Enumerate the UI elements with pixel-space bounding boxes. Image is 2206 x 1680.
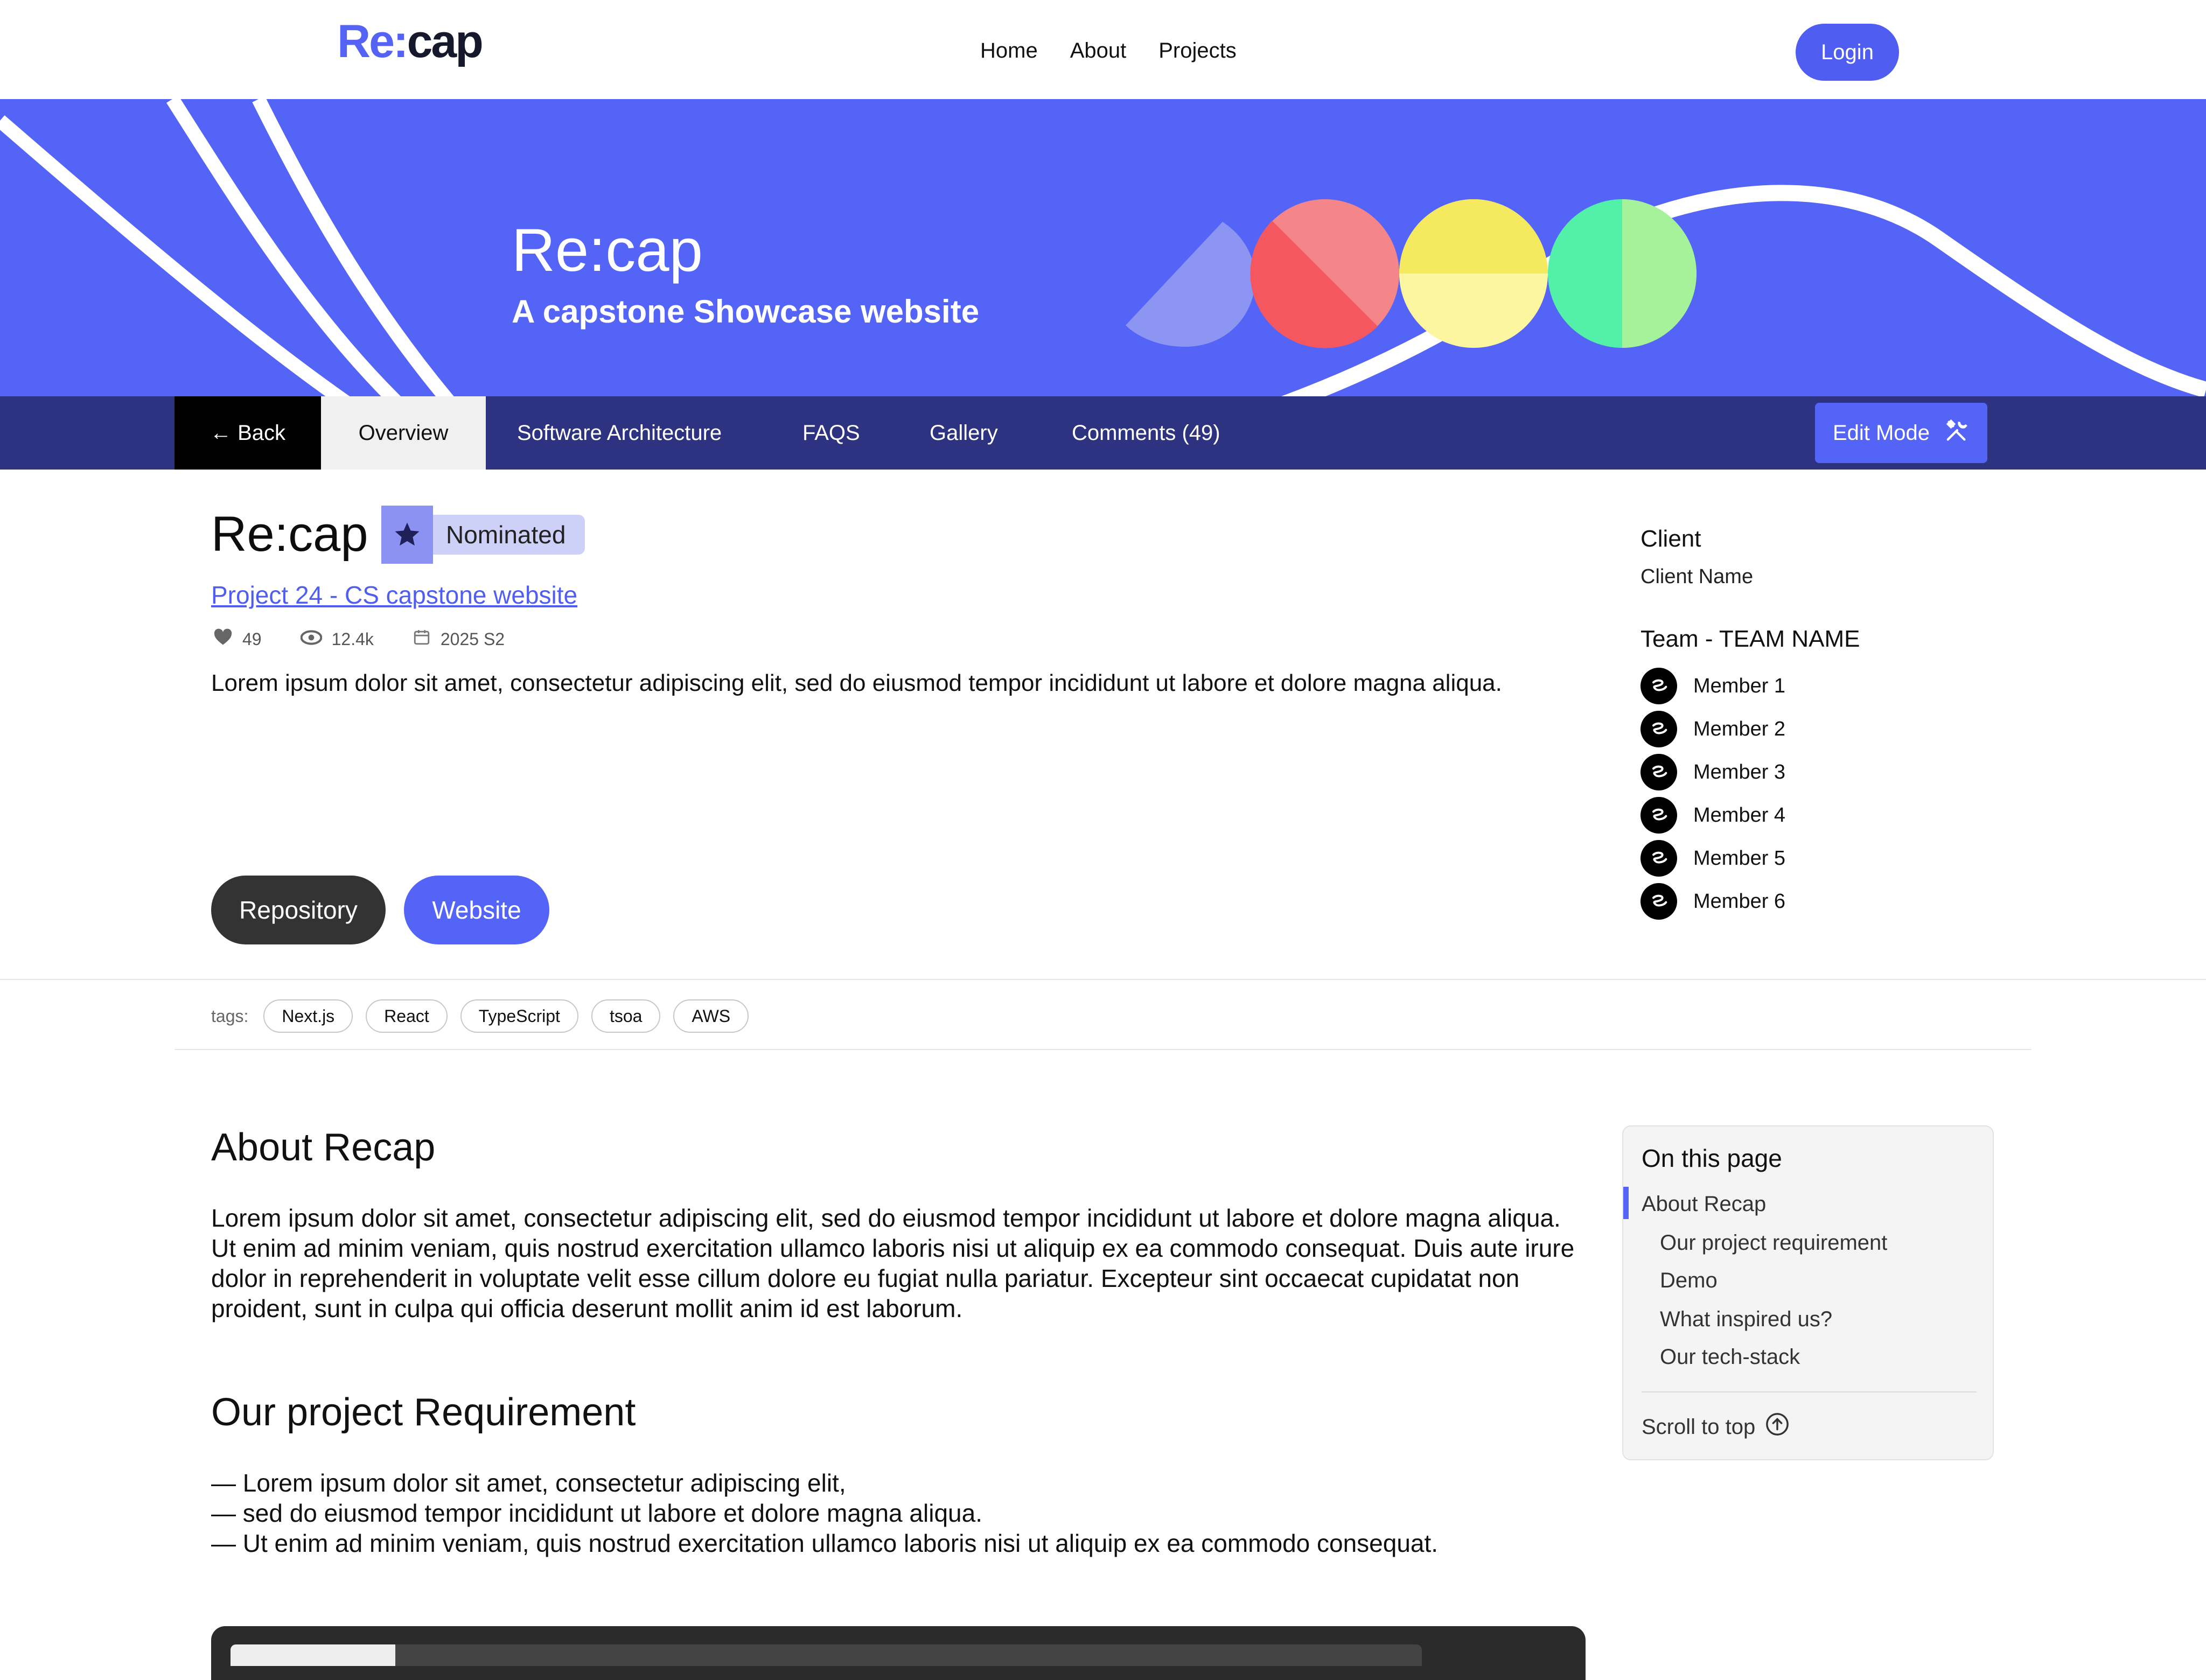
nav-links: Home About Projects (980, 39, 1237, 63)
toc-item-inspired[interactable]: What inspired us? (1660, 1307, 1832, 1332)
views-count: 12.4k (331, 629, 374, 649)
toc-item-demo[interactable]: Demo (1660, 1269, 1718, 1293)
hero-title: Re:cap (512, 216, 703, 284)
about-heading: About Recap (211, 1126, 436, 1169)
team-heading: Team - TEAM NAME (1640, 626, 1860, 652)
back-button[interactable]: ← Back (174, 396, 321, 470)
avatar (1640, 754, 1677, 790)
likes-stat: 49 (213, 628, 262, 650)
hero-subtitle: A capstone Showcase website (512, 293, 980, 330)
team-member[interactable]: Member 1 (1640, 668, 1785, 704)
member-name: Member 1 (1693, 674, 1786, 697)
scroll-top-label: Scroll to top (1642, 1415, 1756, 1439)
requirement-heading: Our project Requirement (211, 1391, 636, 1434)
semester-stat: 2025 S2 (413, 628, 505, 650)
likes-count: 49 (242, 629, 262, 649)
video-progress-fill (231, 1644, 395, 1666)
project-description: Lorem ipsum dolor sit amet, consectetur … (211, 670, 1502, 696)
project-tabbar: ← Back Overview Software Architecture FA… (0, 396, 2206, 470)
list-item: — sed do eiusmod tempor incididunt ut la… (211, 1499, 982, 1527)
tag-chip[interactable]: AWS (673, 999, 749, 1033)
toc-item-about[interactable]: About Recap (1642, 1192, 1766, 1216)
avatar (1640, 797, 1677, 834)
semester-label: 2025 S2 (440, 629, 505, 649)
scroll-to-top-button[interactable]: Scroll to top (1642, 1412, 1790, 1442)
member-name: Member 3 (1693, 760, 1786, 783)
nav-projects[interactable]: Projects (1158, 39, 1237, 63)
logo-cap: cap (407, 16, 484, 67)
tab-comments[interactable]: Comments (49) (1072, 396, 1220, 470)
toc-active-indicator (1623, 1187, 1629, 1219)
tab-overview[interactable]: Overview (321, 396, 486, 470)
team-member[interactable]: Member 3 (1640, 754, 1785, 790)
requirement-list: — Lorem ipsum dolor sit amet, consectetu… (211, 1468, 1438, 1558)
member-name: Member 5 (1693, 846, 1786, 870)
avatar (1640, 711, 1677, 747)
member-name: Member 2 (1693, 717, 1786, 740)
tools-icon (1945, 418, 1970, 448)
list-item: — Ut enim ad minim veniam, quis nostrud … (211, 1529, 1439, 1557)
demo-video-player[interactable] (211, 1626, 1586, 1680)
member-name: Member 4 (1693, 803, 1786, 827)
tags-row: tags: Next.js React TypeScript tsoa AWS (211, 999, 749, 1033)
tag-chip[interactable]: tsoa (591, 999, 661, 1033)
toc-heading: On this page (1642, 1144, 1782, 1172)
nominated-badge: Nominated (381, 505, 585, 564)
nav-home[interactable]: Home (980, 39, 1038, 63)
avatar (1640, 668, 1677, 704)
star-icon (381, 506, 433, 564)
toc-item-requirement[interactable]: Our project requirement (1660, 1231, 1887, 1255)
list-item: — Lorem ipsum dolor sit amet, consectetu… (211, 1469, 846, 1497)
tag-chip[interactable]: TypeScript (460, 999, 578, 1033)
heart-icon (213, 628, 233, 650)
team-member[interactable]: Member 6 (1640, 883, 1785, 920)
logo-re: Re: (337, 16, 409, 67)
eye-icon (300, 629, 322, 649)
repository-button[interactable]: Repository (211, 876, 386, 944)
project-title: Re:cap (211, 507, 368, 562)
divider (1642, 1391, 1977, 1392)
project-stats: 49 12.4k 2025 S2 (213, 628, 505, 650)
member-name: Member 6 (1693, 890, 1786, 913)
tab-gallery[interactable]: Gallery (930, 396, 998, 470)
project-link[interactable]: Project 24 - CS capstone website (211, 580, 577, 610)
tag-chip[interactable]: Next.js (263, 999, 353, 1033)
video-progress-bar[interactable] (231, 1644, 1422, 1666)
top-navbar: Re:cap Home About Projects Login (0, 0, 2206, 99)
login-button[interactable]: Login (1796, 24, 1899, 81)
website-button[interactable]: Website (404, 876, 549, 944)
arrow-up-circle-icon (1765, 1412, 1790, 1442)
team-member[interactable]: Member 2 (1640, 711, 1785, 747)
badge-label: Nominated (433, 515, 585, 555)
toc-item-tech-stack[interactable]: Our tech-stack (1660, 1345, 1800, 1369)
nav-about[interactable]: About (1070, 39, 1127, 63)
tab-faqs[interactable]: FAQS (802, 396, 860, 470)
team-member[interactable]: Member 4 (1640, 797, 1785, 834)
about-text: Lorem ipsum dolor sit amet, consectetur … (211, 1204, 1575, 1322)
client-name: Client Name (1640, 565, 1754, 588)
avatar (1640, 840, 1677, 877)
client-heading: Client (1640, 526, 1701, 552)
tag-chip[interactable]: React (366, 999, 448, 1033)
calendar-icon (413, 628, 431, 650)
views-stat: 12.4k (300, 628, 374, 650)
tab-software-architecture[interactable]: Software Architecture (517, 396, 722, 470)
site-logo[interactable]: Re:cap (337, 15, 484, 68)
team-member[interactable]: Member 5 (1640, 840, 1785, 877)
tags-label: tags: (211, 1006, 249, 1026)
on-this-page-panel: On this page About Recap Our project req… (1622, 1125, 1994, 1460)
edit-mode-label: Edit Mode (1832, 421, 1930, 445)
edit-mode-button[interactable]: Edit Mode (1815, 403, 1987, 463)
divider (174, 1049, 2032, 1050)
avatar (1640, 883, 1677, 920)
divider (0, 979, 2206, 980)
